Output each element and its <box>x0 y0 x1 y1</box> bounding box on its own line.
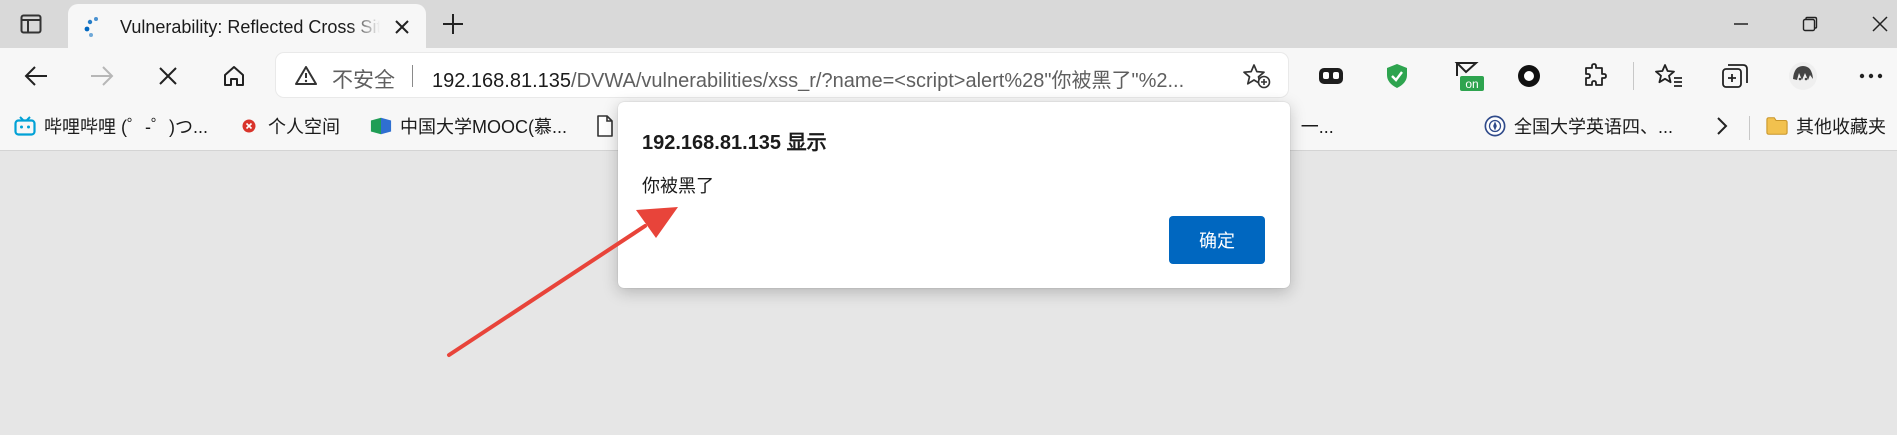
extensions-puzzle-icon[interactable] <box>1577 58 1615 94</box>
alert-message: 你被黑了 <box>642 176 714 196</box>
extension-on-badge: on <box>1465 77 1478 91</box>
page-icon <box>594 115 616 137</box>
active-tab[interactable]: Vulnerability: Reflected Cross Site Scri… <box>68 4 426 48</box>
add-favorite-star-icon[interactable] <box>1242 63 1272 89</box>
navigation-toolbar: 不安全 192.168.81.135/DVWA/vulnerabilities/… <box>0 48 1897 104</box>
favorites-star-list-icon[interactable] <box>1650 58 1688 94</box>
bookmark-label: 哔哩哔哩 (゜-゜)つ... <box>44 117 208 137</box>
mooc-icon <box>370 115 392 137</box>
tab-close-icon[interactable] <box>388 14 416 40</box>
more-bookmarks-chevron-icon[interactable] <box>1716 112 1728 140</box>
other-bookmarks-label: 其他收藏夹 <box>1796 117 1886 137</box>
plus-icon <box>443 14 463 34</box>
url-host: 192.168.81.135 <box>432 70 572 92</box>
new-tab-button[interactable] <box>436 8 470 40</box>
address-separator <box>412 65 413 87</box>
collections-icon[interactable] <box>1716 58 1754 94</box>
restore-icon <box>1802 16 1818 32</box>
extension-ring-icon[interactable] <box>1510 58 1548 94</box>
url-path: /DVWA/vulnerabilities/xss_r/?name=<scrip… <box>571 70 1185 92</box>
folder-icon <box>1766 115 1788 137</box>
bookmark-label: 中国大学MOOC(慕... <box>400 117 567 137</box>
alert-dialog: 192.168.81.135 显示 你被黑了 确定 <box>618 102 1290 288</box>
bookmarks-divider <box>1749 116 1750 140</box>
extension-mask-icon[interactable] <box>1312 58 1350 94</box>
close-window-button[interactable] <box>1856 6 1897 42</box>
tab-actions-menu-icon[interactable] <box>14 10 48 38</box>
bookmark-mooc[interactable]: 中国大学MOOC(慕... <box>370 112 567 140</box>
forward-arrow-icon <box>91 66 114 86</box>
back-button[interactable] <box>17 58 55 94</box>
warning-triangle-icon <box>295 66 317 85</box>
url-text[interactable]: 192.168.81.135/DVWA/vulnerabilities/xss_… <box>432 64 1184 93</box>
profile-avatar[interactable] <box>1784 58 1822 94</box>
extension-on-toggle-icon[interactable]: on <box>1450 58 1488 94</box>
alert-title: 192.168.81.135 显示 <box>642 132 827 154</box>
extension-shield-icon[interactable] <box>1378 58 1416 94</box>
minimize-icon <box>1734 23 1748 25</box>
restore-button[interactable] <box>1786 6 1834 42</box>
close-window-icon <box>1872 16 1888 32</box>
back-arrow-icon <box>24 66 47 86</box>
loading-spinner-icon <box>84 17 98 37</box>
home-button[interactable] <box>215 58 253 94</box>
address-bar[interactable]: 不安全 192.168.81.135/DVWA/vulnerabilities/… <box>276 53 1288 97</box>
toolbar-divider <box>1633 62 1634 90</box>
forward-button[interactable] <box>83 58 121 94</box>
stop-loading-button[interactable] <box>149 58 187 94</box>
bilibili-icon <box>14 115 36 137</box>
bookmark-label: 全国大学英语四、... <box>1514 117 1674 137</box>
stop-x-icon <box>159 67 177 85</box>
bookmark-bilibili[interactable]: 哔哩哔哩 (゜-゜)つ... <box>14 112 208 140</box>
home-icon <box>224 66 244 86</box>
cet-seal-icon <box>1484 115 1506 137</box>
bookmark-personal-space[interactable]: 个人空间 <box>238 112 340 140</box>
tab-strip: Vulnerability: Reflected Cross Site Scri… <box>0 0 1897 48</box>
red-circle-icon <box>238 115 260 137</box>
other-bookmarks-folder[interactable]: 其他收藏夹 <box>1766 112 1886 140</box>
settings-more-icon[interactable] <box>1852 58 1890 94</box>
bookmark-cet[interactable]: 全国大学英语四、... <box>1484 112 1673 140</box>
tab-title: Vulnerability: Reflected Cross Site Scri… <box>120 17 380 37</box>
bookmark-label: 个人空间 <box>268 117 340 137</box>
security-status-label[interactable]: 不安全 <box>332 64 395 94</box>
alert-ok-button[interactable]: 确定 <box>1169 216 1265 264</box>
minimize-button[interactable] <box>1717 6 1765 42</box>
